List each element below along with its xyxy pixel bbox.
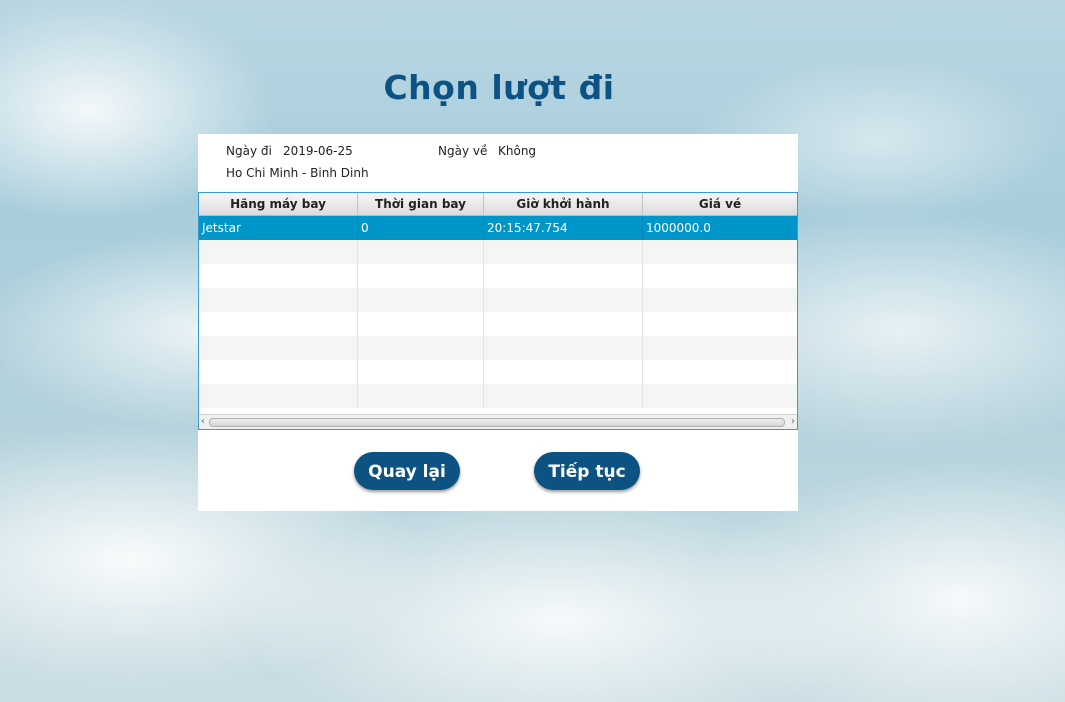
airline-cell: Jetstar	[199, 216, 358, 240]
empty-row	[199, 336, 797, 360]
empty-row	[199, 360, 797, 384]
depart-date-label: Ngày đi	[226, 144, 272, 158]
route-label: Ho Chi Minh - Binh Dinh	[226, 166, 369, 180]
price-cell: 1000000.0	[646, 221, 711, 235]
duration-cell: 0	[358, 216, 484, 240]
column-header-duration[interactable]: Thời gian bay	[358, 193, 484, 215]
column-header-departure[interactable]: Giờ khởi hành	[484, 193, 643, 215]
scrollbar-thumb[interactable]	[209, 418, 785, 427]
horizontal-scrollbar[interactable]: ‹ ›	[199, 414, 797, 429]
return-date-value: Không	[498, 144, 537, 158]
depart-date-value: 2019-06-25	[283, 144, 353, 158]
scroll-left-icon[interactable]: ‹	[201, 415, 205, 429]
table-header: Hãng máy bay Thời gian bay Giờ khởi hành…	[199, 193, 797, 216]
page-title: Chọn lượt đi	[383, 68, 615, 107]
return-date-label: Ngày về	[438, 144, 488, 158]
scroll-right-icon[interactable]: ›	[791, 415, 795, 429]
table-row[interactable]: Jetstar 0 20:15:47.754 1000000.0	[199, 216, 797, 240]
flights-table[interactable]: Hãng máy bay Thời gian bay Giờ khởi hành…	[198, 192, 798, 430]
empty-row	[199, 240, 797, 264]
empty-row	[199, 288, 797, 312]
empty-row	[199, 384, 797, 408]
empty-row	[199, 312, 797, 336]
back-button[interactable]: Quay lại	[354, 452, 460, 490]
next-button[interactable]: Tiếp tục	[534, 452, 640, 490]
empty-row	[199, 264, 797, 288]
column-header-airline[interactable]: Hãng máy bay	[199, 193, 358, 215]
departure-cell: 20:15:47.754	[484, 216, 643, 240]
column-header-price[interactable]: Giá vé	[643, 193, 797, 215]
flight-selection-panel: Ngày đi 2019-06-25 Ngày về Không Ho Chi …	[198, 134, 798, 511]
